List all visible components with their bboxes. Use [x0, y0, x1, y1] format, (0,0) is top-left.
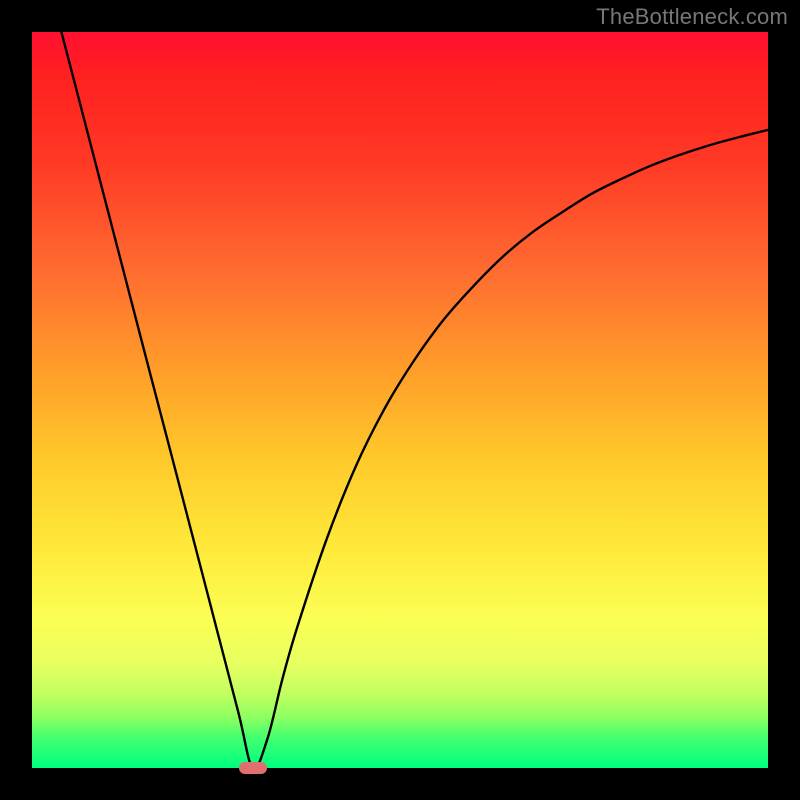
bottleneck-curve — [32, 32, 768, 768]
watermark-text: TheBottleneck.com — [596, 4, 788, 30]
plot-area — [32, 32, 768, 768]
optimum-marker — [239, 762, 267, 774]
chart-frame: TheBottleneck.com — [0, 0, 800, 800]
